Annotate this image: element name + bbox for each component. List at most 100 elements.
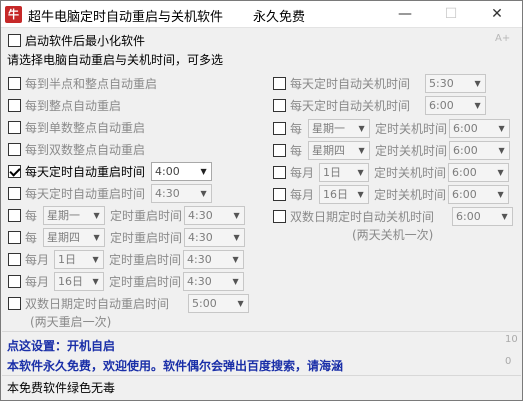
select-value: 6:00: [453, 143, 478, 157]
option-prefix: 每: [290, 121, 303, 136]
checkbox[interactable]: [8, 252, 21, 266]
side-number: 10: [505, 334, 518, 345]
chevron-down-icon: ▼: [200, 188, 207, 198]
font-size-button[interactable]: A+: [495, 33, 510, 44]
restart-time-select[interactable]: 4:30 ▼: [184, 227, 246, 247]
checkbox[interactable]: [8, 120, 21, 134]
shutdown-time-select[interactable]: 5:30 ▼: [425, 73, 487, 93]
restart-option-odd-hour[interactable]: 每到单数整点自动重启: [8, 118, 145, 136]
checkbox[interactable]: [273, 209, 286, 223]
checkbox[interactable]: [273, 98, 286, 112]
option-label: 定时重启时间: [109, 252, 182, 267]
chevron-down-icon: ▼: [237, 298, 244, 308]
chevron-down-icon: ▼: [358, 123, 365, 133]
restart-time-select[interactable]: 4:30 ▼: [151, 183, 213, 203]
restart-day-select[interactable]: 星期四 ▼: [43, 227, 106, 247]
select-value: 4:30: [187, 252, 212, 266]
restart-time-select[interactable]: 5:00 ▼: [188, 293, 250, 313]
select-value: 4:30: [188, 230, 213, 244]
status-bar: 本免费软件绿色无毒: [7, 378, 115, 396]
restart-option-daily-1[interactable]: 每天定时自动重启时间 4:00 ▼: [8, 161, 213, 181]
chevron-down-icon: ▼: [357, 189, 364, 199]
boot-autostart-label: 点这设置：开机自启: [7, 338, 116, 353]
chevron-down-icon: ▼: [233, 232, 240, 242]
restart-option-even-hour[interactable]: 每到双数整点自动重启: [8, 140, 145, 158]
shutdown-time-select[interactable]: 6:00 ▼: [452, 206, 514, 226]
chevron-down-icon: ▼: [357, 167, 364, 177]
shutdown-day-select[interactable]: 星期四 ▼: [308, 140, 371, 160]
minimize-on-start-checkbox[interactable]: [8, 33, 21, 47]
maximize-button[interactable]: ☐: [428, 1, 474, 28]
restart-option-monthly-1[interactable]: 每月 1日 ▼ 定时重启时间 4:30 ▼: [8, 249, 245, 269]
checkbox[interactable]: [8, 230, 21, 244]
shutdown-time-select[interactable]: 6:00 ▼: [449, 140, 511, 160]
restart-option-weekly-2[interactable]: 每 星期四 ▼ 定时重启时间 4:30 ▼: [8, 227, 246, 247]
shutdown-time-select[interactable]: 6:00 ▼: [425, 95, 487, 115]
checkbox[interactable]: [8, 274, 21, 288]
checkbox[interactable]: [273, 165, 286, 179]
checkbox[interactable]: [8, 186, 21, 200]
checkbox[interactable]: [273, 76, 286, 90]
select-value: 16日: [323, 187, 349, 201]
shutdown-option-weekly-2[interactable]: 每 星期四 ▼ 定时关机时间 6:00 ▼: [273, 140, 511, 160]
select-value: 6:00: [452, 165, 477, 179]
restart-time-select[interactable]: 4:30 ▼: [183, 271, 245, 291]
boot-autostart-link[interactable]: 点这设置：开机自启: [7, 336, 115, 354]
chevron-down-icon: ▼: [92, 276, 99, 286]
restart-day-select[interactable]: 16日 ▼: [54, 271, 105, 291]
app-logo-icon: 牛: [5, 6, 22, 23]
side-number: 0: [505, 356, 512, 367]
option-label: 双数日期定时自动关机时间: [290, 209, 435, 224]
chevron-down-icon: ▼: [233, 210, 240, 220]
checkbox[interactable]: [8, 98, 21, 112]
shutdown-option-daily-2[interactable]: 每天定时自动关机时间 6:00 ▼: [273, 95, 487, 115]
footer-divider: [2, 331, 521, 332]
restart-option-monthly-2[interactable]: 每月 16日 ▼ 定时重启时间 4:30 ▼: [8, 271, 245, 291]
option-prefix: 每月: [25, 274, 50, 289]
minimize-button[interactable]: —: [382, 1, 428, 28]
checkbox[interactable]: [8, 208, 21, 222]
checkbox[interactable]: [8, 296, 21, 310]
restart-day-select[interactable]: 星期一 ▼: [43, 205, 106, 225]
restart-option-half-hour[interactable]: 每到半点和整点自动重启: [8, 74, 157, 92]
checkbox[interactable]: [273, 121, 286, 135]
shutdown-day-select[interactable]: 1日 ▼: [319, 162, 370, 182]
option-prefix: 每: [25, 230, 38, 245]
restart-option-even-date[interactable]: 双数日期定时自动重启时间 5:00 ▼: [8, 293, 250, 313]
restart-time-select[interactable]: 4:30 ▼: [184, 205, 246, 225]
select-value: 5:30: [429, 76, 454, 90]
shutdown-time-select[interactable]: 6:00 ▼: [448, 184, 510, 204]
checkbox[interactable]: [8, 142, 21, 156]
shutdown-day-select[interactable]: 16日 ▼: [319, 184, 370, 204]
shutdown-time-select[interactable]: 6:00 ▼: [448, 162, 510, 182]
select-value: 5:00: [192, 296, 217, 310]
restart-day-select[interactable]: 1日 ▼: [54, 249, 105, 269]
checkbox[interactable]: [273, 187, 286, 201]
shutdown-option-daily-1[interactable]: 每天定时自动关机时间 5:30 ▼: [273, 73, 487, 93]
restart-time-select[interactable]: 4:30 ▼: [183, 249, 245, 269]
chevron-down-icon: ▼: [358, 145, 365, 155]
select-value: 星期四: [47, 230, 81, 244]
checkbox[interactable]: [8, 76, 21, 90]
title-bar[interactable]: 牛 超牛电脑定时自动重启与关机软件 永久免费 — ☐ ✕: [1, 1, 522, 28]
checkbox[interactable]: [8, 164, 21, 178]
option-label: 每到单数整点自动重启: [25, 120, 146, 135]
restart-option-hourly[interactable]: 每到整点自动重启: [8, 96, 121, 114]
select-value: 4:00: [155, 164, 180, 178]
restart-option-daily-2[interactable]: 每天定时自动重启时间 4:30 ▼: [8, 183, 213, 203]
shutdown-option-weekly-1[interactable]: 每 星期一 ▼ 定时关机时间 6:00 ▼: [273, 118, 511, 138]
option-label: 定时重启时间: [109, 274, 182, 289]
restart-option-weekly-1[interactable]: 每 星期一 ▼ 定时重启时间 4:30 ▼: [8, 205, 246, 225]
shutdown-option-monthly-1[interactable]: 每月 1日 ▼ 定时关机时间 6:00 ▼: [273, 162, 510, 182]
chevron-down-icon: ▼: [93, 232, 100, 242]
chevron-down-icon: ▼: [498, 123, 505, 133]
checkbox[interactable]: [273, 143, 286, 157]
shutdown-option-even-date[interactable]: 双数日期定时自动关机时间 6:00 ▼: [273, 206, 514, 226]
shutdown-time-select[interactable]: 6:00 ▼: [449, 118, 511, 138]
close-button[interactable]: ✕: [474, 1, 520, 28]
restart-time-select[interactable]: 4:00 ▼: [151, 161, 213, 181]
shutdown-option-monthly-2[interactable]: 每月 16日 ▼ 定时关机时间 6:00 ▼: [273, 184, 510, 204]
minimize-on-start-option[interactable]: 启动软件后最小化软件: [8, 31, 145, 49]
shutdown-day-select[interactable]: 星期一 ▼: [308, 118, 371, 138]
window-subtitle: 永久免费: [253, 10, 306, 25]
